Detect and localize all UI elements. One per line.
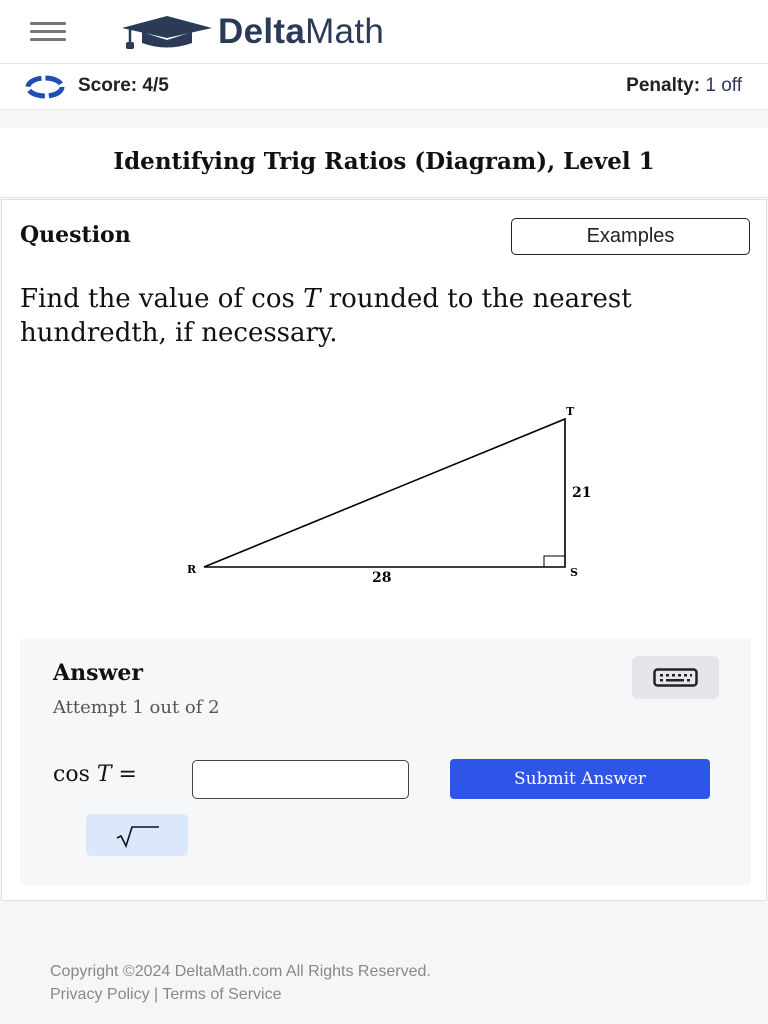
deltamath-logo[interactable]: DeltaMath [122, 12, 384, 52]
side-rs-label: 28 [372, 570, 391, 586]
square-root-button[interactable] [86, 814, 188, 856]
eq-func: cos [53, 762, 97, 787]
page-title: Identifying Trig Ratios (Diagram), Level… [113, 148, 655, 175]
footer-links: Privacy Policy | Terms of Service [50, 983, 431, 1006]
brand-regular: Math [305, 12, 385, 51]
attempt-counter: Attempt 1 out of 2 [53, 697, 220, 718]
assignment-title-bar: Identifying Trig Ratios (Diagram), Level… [0, 128, 768, 198]
keyboard-toggle-button[interactable] [632, 656, 719, 699]
eq-var: T [96, 762, 112, 787]
vertex-r-label: R [187, 563, 197, 576]
footer: Copyright ©2024 DeltaMath.com All Rights… [50, 960, 431, 1006]
equation-label: cos T = [53, 762, 137, 787]
question-prompt: Find the value of cos T rounded to the n… [20, 282, 760, 350]
examples-button[interactable]: Examples [511, 218, 750, 255]
footer-separator: | [149, 986, 163, 1003]
score-label: Score: 4/5 [78, 75, 169, 96]
hamburger-menu-icon[interactable] [30, 22, 66, 44]
graduation-cap-icon [122, 16, 212, 49]
brand-bold: Delta [218, 12, 306, 51]
answer-title: Answer [53, 660, 143, 686]
square-root-icon [116, 826, 159, 848]
question-panel: Question Examples Find the value of cos … [1, 199, 767, 901]
terms-of-service-link[interactable]: Terms of Service [162, 986, 281, 1003]
vertex-t-label: T [566, 405, 575, 418]
triangle-diagram: R S T 28 21 [187, 405, 591, 586]
eq-sign: = [111, 762, 137, 787]
vertex-s-label: S [570, 566, 578, 579]
score-bar: Score: 4/5 Penalty: 1 off [0, 64, 768, 110]
triangle-shape [203, 417, 566, 568]
penalty: Penalty: 1 off [626, 75, 742, 97]
prompt-before: Find the value of cos [20, 284, 304, 314]
privacy-policy-link[interactable]: Privacy Policy [50, 986, 150, 1003]
right-angle-mark [543, 555, 565, 567]
submit-answer-button[interactable]: Submit Answer [450, 759, 710, 799]
top-navbar: DeltaMath [0, 0, 768, 64]
prompt-variable: T [303, 284, 321, 314]
copyright-text: Copyright ©2024 DeltaMath.com All Rights… [50, 963, 431, 980]
score-ring-icon [25, 75, 65, 99]
question-header: Question [20, 222, 131, 248]
penalty-label: Penalty: [626, 75, 701, 96]
answer-input[interactable] [192, 760, 409, 799]
penalty-value: 1 off [705, 75, 742, 96]
keyboard-icon [653, 668, 698, 687]
brand-name: DeltaMath [218, 12, 384, 52]
side-st-label: 21 [572, 485, 591, 501]
answer-box: Answer Attempt 1 out of 2 cos T = Submit… [20, 638, 751, 885]
